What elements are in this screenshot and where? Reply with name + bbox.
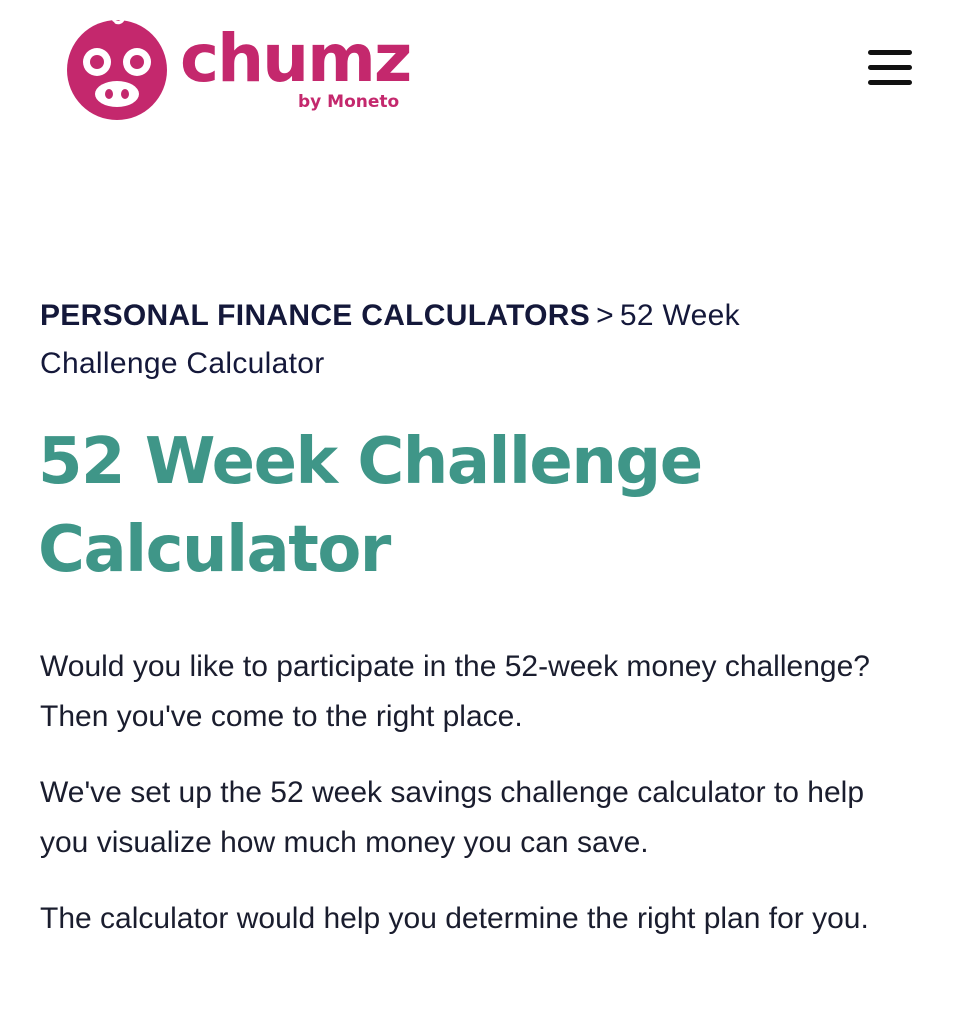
intro-content: Would you like to participate in the 52-…	[40, 642, 920, 970]
menu-bar	[868, 65, 912, 70]
breadcrumb-link-personal-finance-calculators[interactable]: PERSONAL FINANCE CALCULATORS	[40, 299, 590, 332]
site-header: chumz by Moneto	[0, 0, 958, 130]
brand-wordmark: chumz	[180, 20, 412, 97]
breadcrumb-separator: >	[596, 299, 614, 332]
hamburger-menu-icon[interactable]	[862, 46, 918, 90]
intro-paragraph: Would you like to participate in the 52-…	[40, 650, 870, 733]
page-title: 52 Week Challenge Calculator	[38, 425, 703, 587]
menu-bar	[868, 50, 912, 55]
chumz-logo[interactable]: chumz by Moneto	[62, 12, 422, 122]
intro-paragraph: We've set up the 52 week savings challen…	[40, 776, 865, 859]
brand-byline: by Moneto	[298, 92, 400, 112]
breadcrumb: PERSONAL FINANCE CALCULATORS >52 Week Cha…	[40, 292, 840, 388]
menu-bar	[868, 80, 912, 85]
intro-paragraph: The calculator would help you determine …	[40, 902, 869, 935]
pig-mascot-icon	[67, 12, 167, 120]
